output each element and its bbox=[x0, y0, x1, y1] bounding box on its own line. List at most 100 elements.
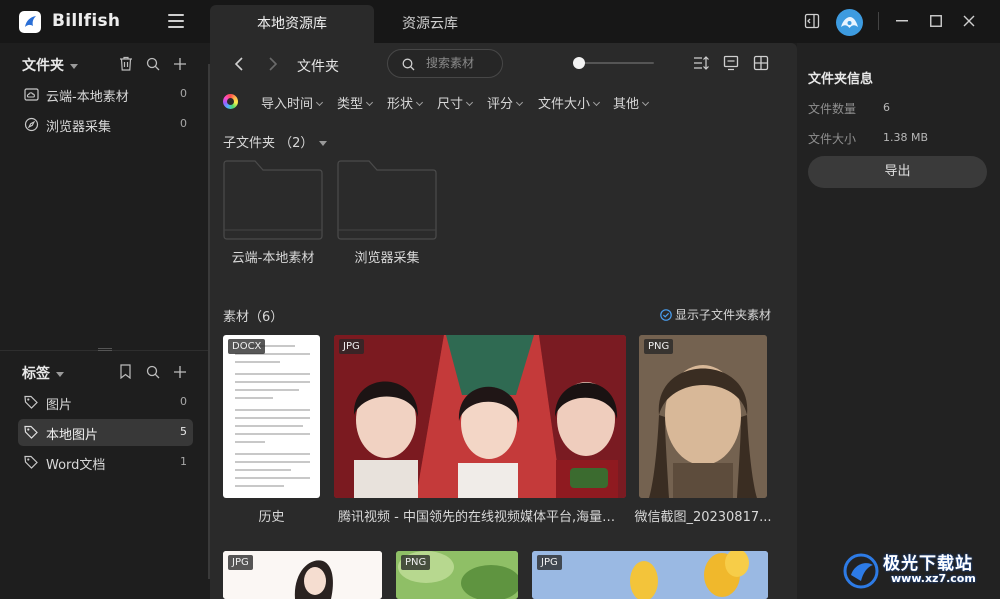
cloud-icon bbox=[24, 88, 39, 101]
subfolder-name: 云端-本地素材 bbox=[231, 251, 315, 266]
search-icon[interactable] bbox=[146, 57, 160, 71]
filter-shape[interactable]: 形状 bbox=[387, 93, 424, 112]
watermark-logo-icon bbox=[843, 553, 879, 589]
info-value-file-count: 6 bbox=[883, 101, 890, 114]
layout-grid-icon[interactable] bbox=[753, 55, 769, 71]
sidebar-tag-word-docs[interactable]: Word文档 1 bbox=[18, 449, 193, 476]
forward-arrow-icon[interactable] bbox=[268, 57, 278, 71]
info-value-file-size: 1.38 MB bbox=[883, 131, 929, 144]
thumb-size-slider-knob[interactable] bbox=[573, 57, 585, 69]
maximize-icon[interactable] bbox=[930, 15, 942, 27]
folder-icon bbox=[223, 160, 323, 240]
tab-cloud-library[interactable]: 资源云库 bbox=[376, 5, 484, 43]
asset-thumbnail-png[interactable]: PNG bbox=[396, 551, 518, 599]
asset-thumbnail-jpg[interactable]: JPG bbox=[223, 551, 382, 599]
info-key-file-size: 文件大小 bbox=[808, 132, 857, 146]
show-subfolder-assets-toggle[interactable]: 显示子文件夹素材 bbox=[660, 306, 771, 323]
asset-thumbnail-docx[interactable]: DOCX bbox=[223, 335, 320, 498]
file-type-badge: PNG bbox=[401, 555, 431, 570]
photo-preview bbox=[532, 551, 768, 599]
sidebar-folder-label: 浏览器采集 bbox=[46, 120, 112, 135]
file-type-badge: JPG bbox=[537, 555, 562, 570]
sidebar-tag-label: 图片 bbox=[46, 398, 73, 413]
folders-section-title[interactable]: 文件夹 bbox=[22, 55, 78, 75]
sidebar-tag-label: Word文档 bbox=[46, 458, 106, 473]
sidebar-folder-label: 云端-本地素材 bbox=[46, 90, 129, 105]
watermark-url: www.xz7.com bbox=[891, 572, 976, 585]
folder-info-panel: 文件夹信息 文件数量 6 文件大小 1.38 MB 导出 bbox=[797, 43, 1000, 599]
asset-name: 历史 bbox=[258, 510, 285, 525]
tags-section-title[interactable]: 标签 bbox=[22, 363, 64, 383]
app-name: Billfish bbox=[52, 11, 121, 31]
add-folder-icon[interactable] bbox=[173, 57, 187, 71]
document-preview bbox=[235, 345, 310, 493]
tag-icon bbox=[24, 425, 38, 439]
asset-name: 腾讯视频 - 中国领先的在线视频媒体平台,海量高... bbox=[338, 510, 626, 525]
watermark-text: 极光下载站 bbox=[883, 554, 973, 574]
close-icon[interactable] bbox=[963, 15, 975, 27]
asset-thumbnail-jpg[interactable]: JPG bbox=[532, 551, 768, 599]
search-box[interactable] bbox=[387, 49, 503, 78]
user-avatar[interactable] bbox=[836, 9, 863, 36]
breadcrumb: 文件夹 bbox=[297, 59, 339, 75]
info-key-file-count: 文件数量 bbox=[808, 102, 857, 116]
filter-type[interactable]: 类型 bbox=[337, 93, 374, 112]
compass-icon bbox=[24, 117, 39, 132]
file-type-badge: JPG bbox=[339, 339, 364, 354]
sidebar-tag-label: 本地图片 bbox=[46, 428, 99, 443]
title-separator bbox=[878, 12, 879, 30]
file-type-badge: DOCX bbox=[228, 339, 266, 354]
filter-file-size[interactable]: 文件大小 bbox=[538, 93, 601, 112]
export-button[interactable]: 导出 bbox=[808, 156, 987, 188]
tag-icon bbox=[24, 455, 38, 469]
sidebar-folder-cloud-local[interactable]: 云端-本地素材 0 bbox=[18, 81, 193, 108]
file-type-badge: JPG bbox=[228, 555, 253, 570]
sidebar-tag-count: 5 bbox=[180, 425, 187, 438]
chevron-down-icon bbox=[319, 141, 328, 146]
photo-preview bbox=[639, 335, 767, 498]
trash-icon[interactable] bbox=[119, 56, 133, 71]
filter-size[interactable]: 尺寸 bbox=[437, 93, 474, 112]
filter-import-time[interactable]: 导入时间 bbox=[261, 93, 324, 112]
toggle-panel-icon[interactable] bbox=[804, 13, 820, 29]
filter-rating[interactable]: 评分 bbox=[487, 93, 524, 112]
chevron-down-icon bbox=[70, 63, 78, 69]
subfolder-tile[interactable] bbox=[337, 160, 437, 240]
search-input[interactable] bbox=[426, 56, 498, 70]
billfish-logo-icon bbox=[19, 11, 41, 33]
sidebar-tag-count: 0 bbox=[180, 395, 187, 408]
menu-icon[interactable] bbox=[168, 14, 184, 28]
title-bar: Billfish 本地资源库 资源云库 bbox=[0, 0, 1000, 43]
photo-preview bbox=[334, 335, 626, 498]
tab-local-library[interactable]: 本地资源库 bbox=[210, 5, 374, 43]
minimize-icon[interactable] bbox=[896, 20, 908, 22]
filter-other[interactable]: 其他 bbox=[613, 93, 650, 112]
sidebar-tag-count: 1 bbox=[180, 455, 187, 468]
subfolders-title[interactable]: 子文件夹 （2） bbox=[223, 132, 328, 151]
search-icon[interactable] bbox=[146, 365, 160, 379]
sidebar-tag-local-images[interactable]: 本地图片 5 bbox=[18, 419, 193, 446]
chevron-down-icon bbox=[56, 371, 64, 377]
display-icon[interactable] bbox=[723, 55, 739, 71]
tag-icon bbox=[24, 395, 38, 409]
watermark: 极光下载站 www.xz7.com bbox=[843, 549, 995, 593]
asset-thumbnail-png[interactable]: PNG bbox=[639, 335, 767, 498]
sidebar-folder-count: 0 bbox=[180, 87, 187, 100]
back-arrow-icon[interactable] bbox=[234, 57, 244, 71]
check-circle-icon bbox=[660, 309, 672, 321]
add-tag-icon[interactable] bbox=[173, 365, 187, 379]
subfolder-name: 浏览器采集 bbox=[354, 251, 420, 266]
left-sidebar: 文件夹 云端-本地素材 0 浏览器采集 0 标签 图片 0 本地图片 5 Wor… bbox=[0, 43, 208, 599]
asset-name: 微信截图_20230817... bbox=[634, 510, 772, 525]
main-content: 文件夹 导入时间 类型 形状 尺寸 评分 文件大小 其他 子文件夹 （2） 云端… bbox=[210, 43, 797, 599]
asset-thumbnail-jpg[interactable]: JPG bbox=[334, 335, 626, 498]
resize-handle-icon[interactable] bbox=[98, 348, 112, 351]
subfolder-tile[interactable] bbox=[223, 160, 323, 240]
color-filter-icon[interactable] bbox=[223, 94, 238, 109]
sidebar-folder-browser-collect[interactable]: 浏览器采集 0 bbox=[18, 111, 193, 138]
sidebar-tag-images[interactable]: 图片 0 bbox=[18, 389, 193, 416]
sort-icon[interactable] bbox=[693, 55, 709, 71]
thumb-size-slider[interactable] bbox=[578, 62, 654, 64]
bookmark-icon[interactable] bbox=[119, 364, 132, 379]
search-icon bbox=[402, 58, 415, 71]
